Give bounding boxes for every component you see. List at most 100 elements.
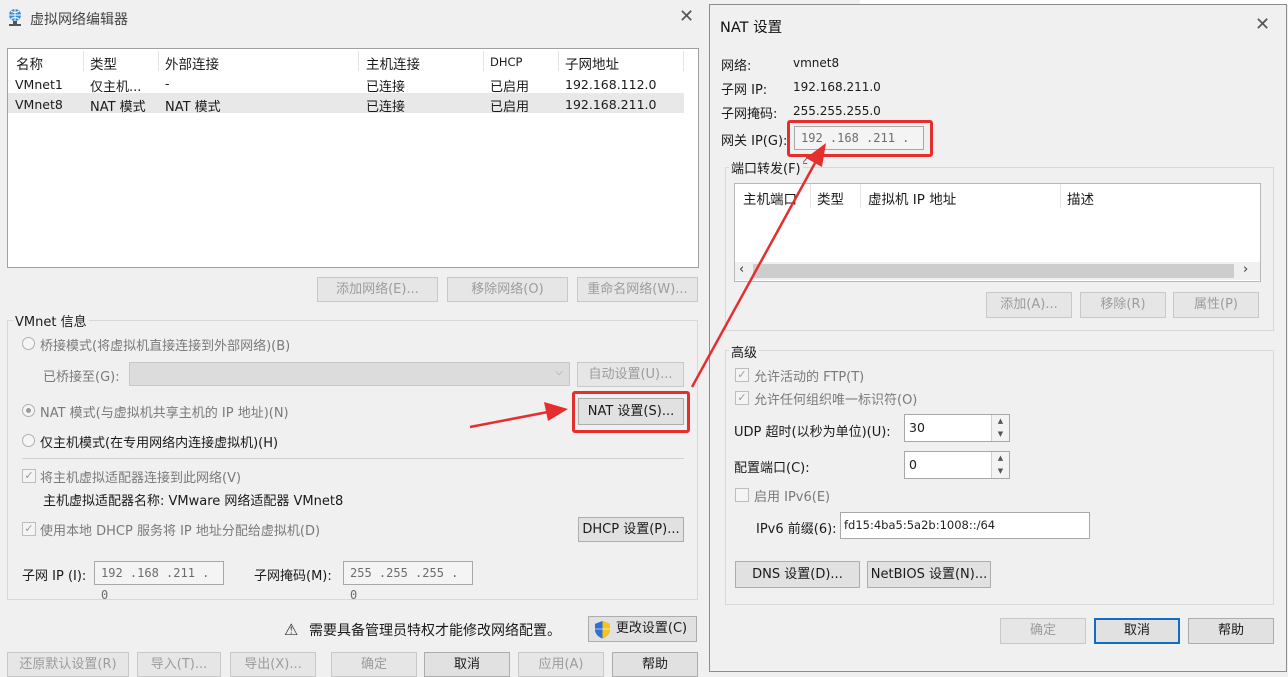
host-only-label[interactable]: 仅主机模式(在专用网络内连接虚拟机)(H): [40, 432, 278, 451]
config-port-spinner[interactable]: 0 ▲ ▼: [904, 451, 1010, 479]
connect-adapter-checkbox[interactable]: ✓: [22, 469, 36, 483]
network-globe-icon: [9, 9, 21, 26]
help-button[interactable]: 帮助: [1188, 618, 1274, 644]
pf-remove-button[interactable]: 移除(R): [1080, 292, 1166, 318]
table-row[interactable]: VMnet8 NAT 模式 NAT 模式 已连接 已启用 192.168.211…: [8, 93, 684, 115]
use-dhcp-checkbox[interactable]: ✓: [22, 522, 36, 536]
pf-properties-button[interactable]: 属性(P): [1173, 292, 1259, 318]
pf-col-type[interactable]: 类型: [817, 188, 844, 208]
admin-notice: 需要具备管理员特权才能修改网络配置。: [309, 623, 561, 639]
row-subnet: 192.168.112.0: [565, 77, 657, 92]
spin-down-icon[interactable]: ▼: [991, 465, 1009, 478]
chevron-right-icon[interactable]: ›: [1243, 262, 1248, 277]
col-name[interactable]: 名称: [16, 53, 43, 73]
ok-button[interactable]: 确定: [331, 652, 417, 677]
subnet-ip-label: 子网 IP:: [721, 83, 768, 98]
pf-col-vm-ip[interactable]: 虚拟机 IP 地址: [868, 188, 956, 208]
subnet-ip-label: 子网 IP (I):: [22, 569, 87, 584]
enable-ipv6-checkbox[interactable]: [735, 488, 749, 502]
nat-settings-dialog: NAT 设置 ✕ 网络: vmnet8 子网 IP: 192.168.211.0…: [709, 4, 1287, 672]
spin-up-icon[interactable]: ▲: [991, 415, 1009, 429]
row-external: NAT 模式: [165, 100, 221, 115]
bridge-mode-label[interactable]: 桥接模式(将虚拟机直接连接到外部网络)(B): [40, 335, 290, 354]
row-name: VMnet1: [15, 77, 63, 92]
subnet-ip-value: 192.168.211.0: [793, 80, 881, 94]
warning-icon: ⚠: [284, 620, 299, 639]
dns-settings-button[interactable]: DNS 设置(D)...: [735, 561, 860, 588]
subnet-ip-field[interactable]: 192 .168 .211 . 0: [94, 561, 224, 602]
apply-button[interactable]: 应用(A): [518, 652, 604, 677]
rename-network-button[interactable]: 重命名网络(W)...: [577, 277, 698, 302]
ipv6-prefix-label: IPv6 前缀(6):: [756, 522, 837, 537]
network-value: vmnet8: [793, 56, 840, 70]
spin-down-icon[interactable]: ▼: [991, 428, 1009, 441]
bridged-to-select[interactable]: ⌵: [129, 362, 570, 386]
help-button[interactable]: 帮助: [612, 652, 698, 677]
auto-settings-button[interactable]: 自动设置(U)...: [577, 362, 684, 387]
chevron-left-icon[interactable]: ‹: [739, 262, 744, 277]
config-port-label: 配置端口(C):: [734, 461, 810, 476]
use-dhcp-label[interactable]: 使用本地 DHCP 服务将 IP 地址分配给虚拟机(D): [40, 520, 320, 539]
ok-button[interactable]: 确定: [1000, 618, 1086, 644]
row-type: NAT 模式: [90, 100, 146, 115]
pf-col-description[interactable]: 描述: [1067, 188, 1094, 208]
ipv6-prefix-field[interactable]: fd15:4ba5:5a2b:1008::/64: [840, 512, 1090, 539]
cancel-button[interactable]: 取消: [1094, 618, 1180, 644]
config-port-value: 0: [909, 457, 917, 472]
vmnet-info-label: VMnet 信息: [13, 311, 89, 330]
nat-mode-label[interactable]: NAT 模式(与虚拟机共享主机的 IP 地址)(N): [40, 402, 289, 421]
udp-timeout-spinner[interactable]: 30 ▲ ▼: [904, 414, 1010, 442]
netbios-settings-button[interactable]: NetBIOS 设置(N)...: [867, 561, 991, 588]
table-row[interactable]: VMnet1 仅主机... - 已连接 已启用 192.168.112.0: [8, 73, 684, 95]
col-dhcp[interactable]: DHCP: [490, 55, 522, 69]
connect-adapter-label[interactable]: 将主机虚拟适配器连接到此网络(V): [40, 467, 241, 486]
udp-timeout-label: UDP 超时(以秒为单位)(U):: [734, 425, 891, 440]
shield-icon: [595, 621, 610, 639]
pf-add-button[interactable]: 添加(A)...: [986, 292, 1072, 318]
bridged-to-label: 已桥接至(G):: [43, 370, 120, 385]
row-external: -: [165, 76, 170, 91]
remove-network-button[interactable]: 移除网络(O): [447, 277, 568, 302]
col-subnet[interactable]: 子网地址: [565, 53, 619, 73]
row-name: VMnet8: [15, 97, 63, 112]
gateway-label: 网关 IP(G):: [721, 134, 788, 149]
host-only-radio[interactable]: [22, 434, 35, 447]
close-icon[interactable]: ✕: [679, 8, 694, 26]
advanced-label: 高级: [729, 342, 760, 361]
allow-ftp-label[interactable]: 允许活动的 FTP(T): [754, 366, 864, 385]
horizontal-scrollbar[interactable]: ‹ ›: [735, 262, 1260, 280]
enable-ipv6-label[interactable]: 启用 IPv6(E): [754, 486, 830, 505]
allow-oui-checkbox[interactable]: ✓: [735, 391, 749, 405]
adapter-name-label: 主机虚拟适配器名称: VMware 网络适配器 VMnet8: [43, 494, 344, 509]
nat-settings-highlight: [572, 391, 690, 433]
col-external[interactable]: 外部连接: [165, 53, 219, 73]
pf-col-host-port[interactable]: 主机端口: [743, 188, 803, 208]
col-host[interactable]: 主机连接: [366, 53, 420, 73]
bridge-mode-radio[interactable]: [22, 337, 35, 350]
nat-mode-radio[interactable]: [22, 404, 35, 417]
gateway-highlight: [787, 120, 933, 157]
subnet-mask-field[interactable]: 255 .255 .255 . 0: [343, 561, 473, 602]
import-button[interactable]: 导入(T)...: [137, 652, 221, 677]
port-forwarding-table[interactable]: 主机端口 类型 虚拟机 IP 地址 描述 ‹ ›: [734, 183, 1261, 282]
subnet-mask-label: 子网掩码:: [721, 107, 778, 122]
scrollbar-thumb[interactable]: [753, 264, 1234, 278]
restore-defaults-button[interactable]: 还原默认设置(R): [7, 652, 129, 677]
row-subnet: 192.168.211.0: [565, 97, 657, 112]
dialog-title: NAT 设置: [720, 20, 783, 36]
close-icon[interactable]: ✕: [1255, 16, 1270, 34]
udp-timeout-value: 30: [909, 420, 925, 435]
virtual-network-editor-window: 虚拟网络编辑器 ✕ 名称 类型 外部连接 主机连接 DHCP 子网地址 VMne…: [0, 0, 706, 677]
spin-up-icon[interactable]: ▲: [991, 452, 1009, 466]
add-network-button[interactable]: 添加网络(E)...: [317, 277, 438, 302]
change-settings-button[interactable]: 更改设置(C): [588, 616, 697, 642]
col-type[interactable]: 类型: [90, 53, 117, 73]
dhcp-settings-button[interactable]: DHCP 设置(P)...: [578, 517, 684, 542]
allow-ftp-checkbox[interactable]: ✓: [735, 368, 749, 382]
network-list[interactable]: 名称 类型 外部连接 主机连接 DHCP 子网地址 VMnet1 仅主机... …: [7, 48, 699, 268]
row-dhcp: 已启用: [490, 100, 530, 115]
allow-oui-label[interactable]: 允许任何组织唯一标识符(O): [754, 389, 917, 408]
export-button[interactable]: 导出(X)...: [230, 652, 316, 677]
cancel-button[interactable]: 取消: [424, 652, 510, 677]
subnet-mask-label: 子网掩码(M):: [254, 569, 332, 584]
